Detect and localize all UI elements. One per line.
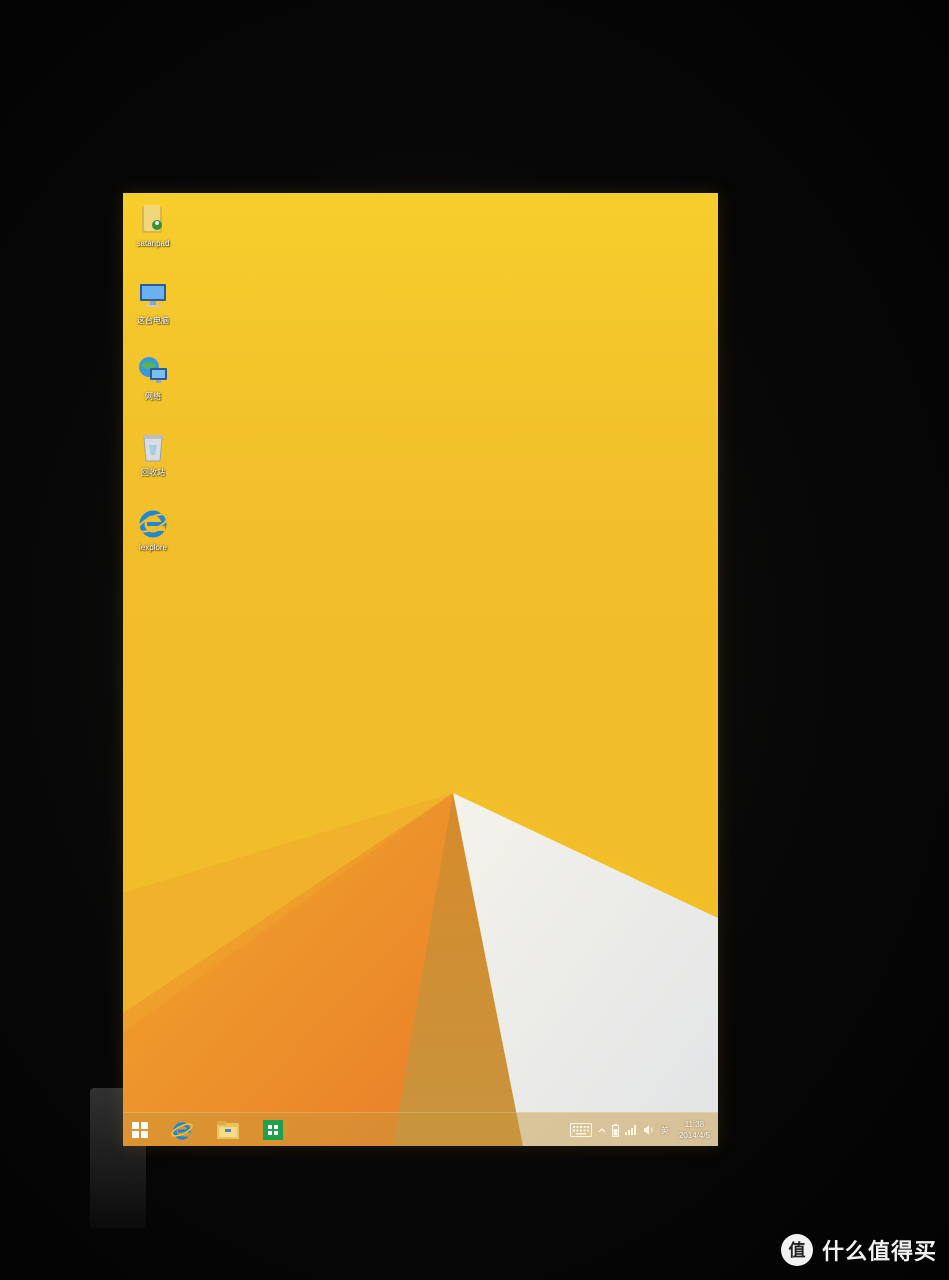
network-icon: [139, 357, 167, 383]
clock-time: 11:38: [684, 1120, 705, 1129]
taskbar-file-explorer[interactable]: [213, 1116, 243, 1144]
desktop-icon-network[interactable]: 网络: [123, 353, 185, 402]
network-status[interactable]: [624, 1120, 637, 1140]
taskbar-internet-explorer[interactable]: [167, 1116, 197, 1144]
desktop-icon-label: 这台电脑: [137, 316, 169, 325]
taskbar-store[interactable]: [258, 1116, 288, 1144]
keyboard-icon: [569, 1123, 592, 1137]
recycle-bin-icon: [143, 435, 163, 462]
clock-date: 2014/4/5: [678, 1131, 710, 1140]
start-button[interactable]: [125, 1116, 155, 1144]
desktop-icon-label: satanpad: [136, 239, 170, 248]
speaker-icon: [643, 1125, 653, 1135]
desktop-icon-user-folder[interactable]: satanpad: [123, 201, 185, 248]
desktop-icon-recycle-bin[interactable]: 回收站: [123, 429, 185, 478]
desktop-icon-iexplore[interactable]: iexplore: [123, 505, 185, 552]
battery-status[interactable]: [611, 1120, 619, 1140]
input-language-indicator[interactable]: 英: [661, 1120, 669, 1140]
taskbar: 英 11:38 2014/4/5: [123, 1112, 718, 1146]
volume-control[interactable]: [643, 1120, 655, 1140]
windows-logo-icon: [132, 1122, 148, 1138]
desktop-icon-label: 回收站: [141, 468, 165, 477]
signal-bars-icon: [624, 1125, 636, 1135]
internet-explorer-icon: [137, 510, 169, 538]
system-tray: 英 11:38 2014/4/5: [569, 1113, 714, 1146]
desktop-wallpaper: [123, 193, 718, 1146]
desktop-icon-this-pc[interactable]: 这台电脑: [123, 277, 185, 326]
user-folder-icon: [142, 205, 162, 233]
store-icon: [263, 1120, 283, 1140]
watermark: 值 什么值得买: [780, 1230, 937, 1270]
battery-icon: [611, 1123, 619, 1137]
file-explorer-icon: [217, 1121, 239, 1139]
internet-explorer-icon: [171, 1122, 193, 1140]
smzdm-logo-icon: 值: [780, 1234, 813, 1266]
desktop-icon-label: 网络: [145, 392, 161, 401]
clock[interactable]: 11:38 2014/4/5: [675, 1120, 714, 1140]
watermark-logo-text: 值: [788, 1240, 805, 1261]
tablet-screen: satanpad 这台电脑 网络 回收站 iexplore 英 11:38 20…: [123, 193, 718, 1146]
chevron-up-icon: [598, 1128, 606, 1133]
desktop-icon-label: iexplore: [138, 543, 167, 552]
touch-keyboard-button[interactable]: [569, 1120, 592, 1140]
show-hidden-icons-button[interactable]: [598, 1120, 606, 1140]
watermark-text: 什么值得买: [821, 1239, 937, 1264]
this-pc-icon: [140, 284, 166, 307]
